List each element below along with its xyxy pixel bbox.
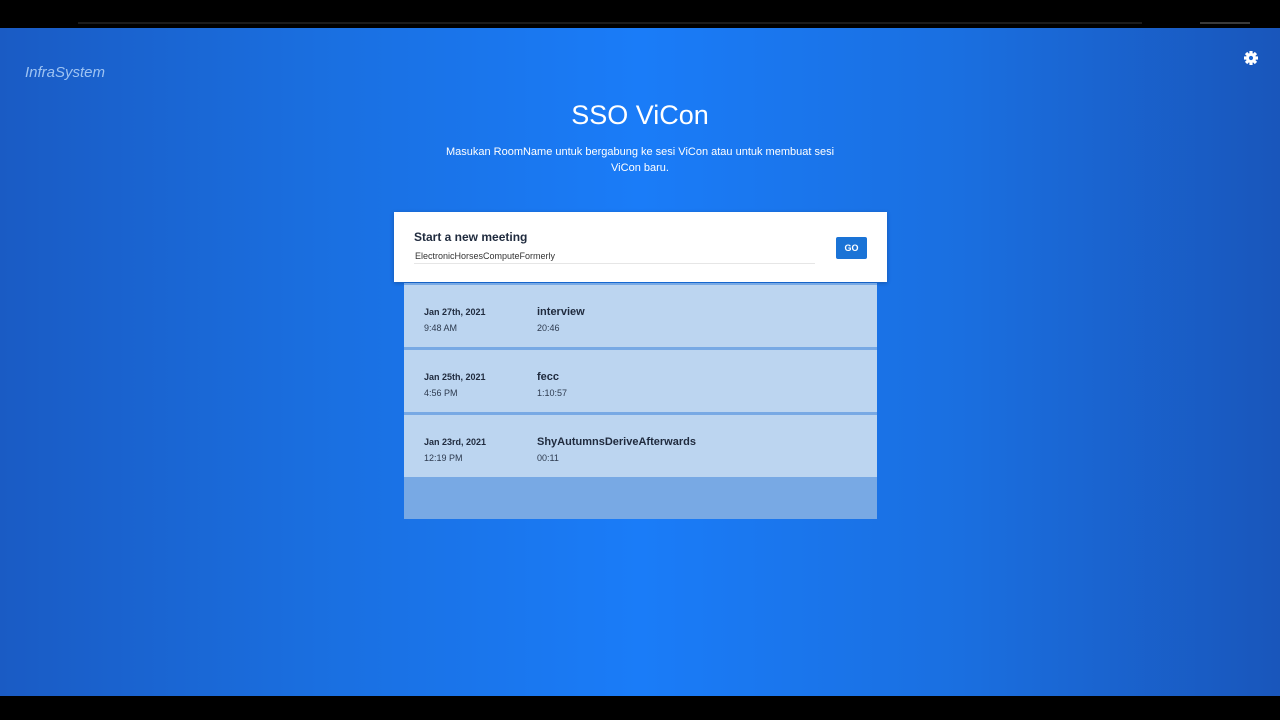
recent-meetings-list: Jan 27th, 2021 9:48 AM interview 20:46 J… [404, 283, 877, 519]
gear-icon[interactable] [1243, 50, 1259, 66]
list-item[interactable]: Jan 25th, 2021 4:56 PM fecc 1:10:57 [404, 350, 877, 412]
meeting-date: Jan 25th, 2021 [424, 372, 486, 382]
top-letterbox [0, 0, 1280, 28]
room-name-input[interactable] [414, 249, 815, 264]
app-window: InfraSystem SSO ViCon Masukan RoomName u… [0, 28, 1280, 696]
top-progress-line [78, 22, 1142, 24]
meeting-duration: 00:11 [537, 453, 559, 463]
meeting-room-name: interview [537, 306, 585, 318]
meeting-time: 12:19 PM [424, 453, 463, 463]
list-item[interactable]: Jan 27th, 2021 9:48 AM interview 20:46 [404, 285, 877, 347]
meeting-duration: 20:46 [537, 323, 560, 333]
meeting-time: 4:56 PM [424, 388, 458, 398]
page-title: SSO ViCon [571, 100, 709, 130]
meeting-duration: 1:10:57 [537, 388, 568, 398]
top-tab-indicator [1200, 22, 1250, 24]
meeting-room-name: ShyAutumnsDeriveAfterwards [537, 436, 696, 448]
meeting-room-name: fecc [537, 371, 560, 383]
page-subtitle: Masukan RoomName untuk bergabung ke sesi… [445, 146, 835, 174]
meeting-date: Jan 27th, 2021 [424, 307, 486, 317]
new-meeting-title: Start a new meeting [414, 230, 528, 244]
bottom-letterbox [0, 696, 1280, 720]
meeting-time: 9:48 AM [424, 323, 458, 333]
list-item[interactable]: Jan 23rd, 2021 12:19 PM ShyAutumnsDerive… [404, 415, 877, 477]
go-button[interactable]: GO [836, 237, 867, 259]
new-meeting-card: Start a new meeting GO [394, 212, 887, 282]
brand-logo: InfraSystem [25, 64, 106, 81]
meeting-date: Jan 23rd, 2021 [424, 437, 487, 447]
